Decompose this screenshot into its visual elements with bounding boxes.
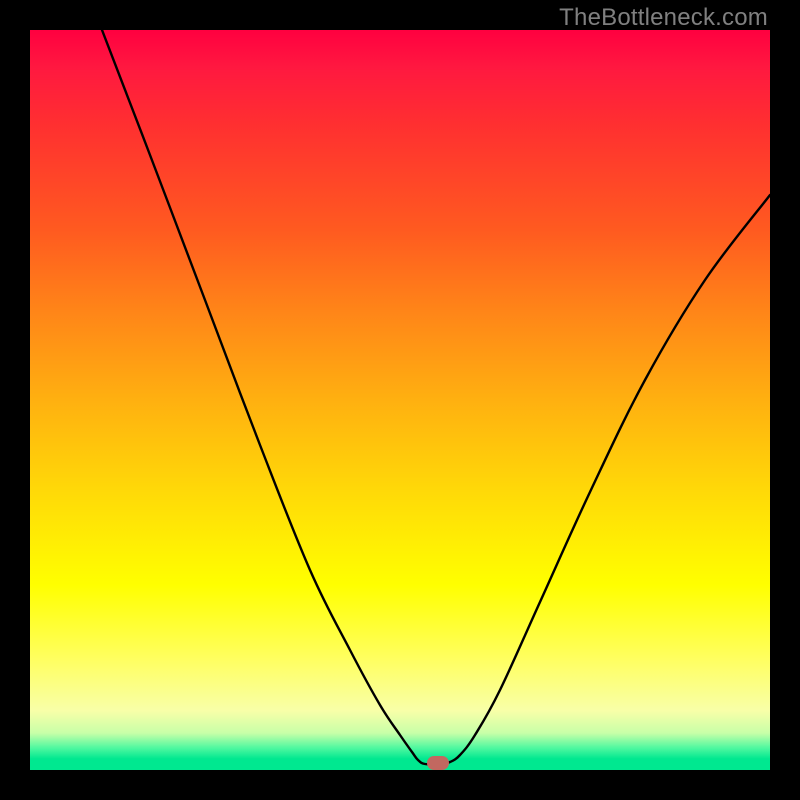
optimum-marker: [427, 756, 449, 770]
plot-area: [30, 30, 770, 770]
curve-svg: [30, 30, 770, 770]
bottleneck-curve: [102, 30, 770, 764]
watermark-text: TheBottleneck.com: [559, 4, 768, 32]
